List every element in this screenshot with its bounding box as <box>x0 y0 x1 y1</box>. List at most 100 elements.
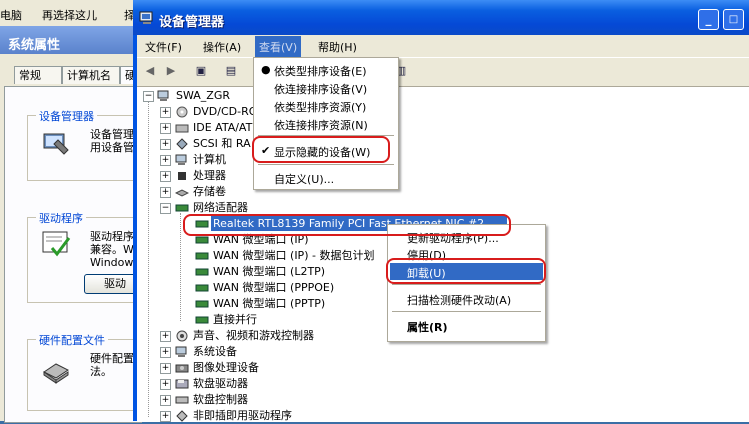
expand-icon[interactable]: + <box>160 171 171 182</box>
adapter-direct-parallel[interactable]: 直接并行 <box>195 312 395 328</box>
category-label: 系统设备 <box>193 345 237 358</box>
tree-category[interactable]: + 软盘控制器 <box>159 392 359 408</box>
category-label: 存储卷 <box>193 185 226 198</box>
collapse-icon[interactable]: − <box>160 203 171 214</box>
hardware-profiles-icon <box>43 363 69 384</box>
window-title: 设备管理器 <box>159 15 225 30</box>
network-card-icon <box>195 252 209 260</box>
network-card-icon <box>195 300 209 308</box>
desktop-text-1: 电脑 <box>0 9 22 22</box>
view-menu-item-connection-devices[interactable]: 依连接排序设备(V) <box>274 81 367 97</box>
menu-action[interactable]: 操作(A) <box>203 39 241 55</box>
system-device-icon <box>175 346 187 357</box>
view-menu-item-type-devices[interactable]: 依类型排序设备(E) <box>274 63 367 79</box>
expand-icon[interactable]: + <box>160 331 171 342</box>
adapter-label: 直接并行 <box>213 313 257 326</box>
system-properties-tabs: 常规 计算机名 硬 <box>0 66 140 86</box>
adapter-label: WAN 微型端口 (PPPOE) <box>213 281 335 294</box>
tree-category[interactable]: + 存储卷 <box>159 184 259 200</box>
adapter-wan-ip-packet[interactable]: WAN 微型端口 (IP) - 数据包计划 <box>195 248 395 264</box>
minimize-button[interactable]: _ <box>698 9 719 30</box>
category-label: SCSI 和 RA <box>193 137 251 150</box>
network-card-icon <box>195 284 209 292</box>
view-menu-item-connection-resources[interactable]: 依连接排序资源(N) <box>274 117 368 133</box>
driver-group: 驱动程序 驱动程序 兼容。Wi Windows 驱动 <box>27 210 146 303</box>
network-card-icon <box>195 316 209 324</box>
menu-separator <box>392 284 541 285</box>
device-manager-icon <box>43 133 69 155</box>
expand-icon[interactable]: + <box>160 379 171 390</box>
tree-guide-line <box>180 213 181 321</box>
system-properties-title: 系统属性 <box>8 38 61 53</box>
system-properties-titlebar[interactable]: 系统属性 <box>0 26 140 54</box>
properties-icon[interactable]: ▤ <box>224 64 238 77</box>
expand-icon[interactable]: + <box>160 347 171 358</box>
device-manager-titlebar[interactable]: 设备管理器 _ □ <box>133 0 749 35</box>
desktop-taskbar-strip: 电脑 再选择这儿 择 <box>0 0 140 26</box>
tree-category[interactable]: + 图像处理设备 <box>159 360 359 376</box>
device-manager-legend: 设备管理器 <box>36 108 97 124</box>
driver-legend: 驱动程序 <box>36 210 86 226</box>
menu-help[interactable]: 帮助(H) <box>318 39 357 55</box>
adapter-label: WAN 微型端口 (PPTP) <box>213 297 326 310</box>
tree-category[interactable]: + IDE ATA/AT <box>159 120 259 136</box>
expand-icon[interactable]: + <box>160 395 171 406</box>
menu-bar: 文件(F) 操作(A) 查看(V) 帮助(H) <box>137 35 749 58</box>
forward-arrow-icon[interactable]: ▶ <box>164 64 178 77</box>
ide-controller-icon <box>175 124 189 133</box>
category-label: 软盘控制器 <box>193 393 248 406</box>
category-label: 计算机 <box>193 153 226 166</box>
network-card-icon <box>195 268 209 276</box>
desktop-text-2: 再选择这儿 <box>42 9 97 22</box>
device-manager-desc-2: 用设备管 <box>90 141 134 154</box>
menu-view[interactable]: 查看(V) <box>255 36 302 58</box>
tree-category[interactable]: + 声音、视频和游戏控制器 <box>159 328 359 344</box>
non-pnp-driver-icon <box>176 410 188 422</box>
tree-category[interactable]: + 非即插即用驱动程序 <box>159 408 359 424</box>
view-menu-item-type-resources[interactable]: 依类型排序资源(Y) <box>274 99 366 115</box>
driver-signing-icon <box>42 231 71 257</box>
collapse-icon[interactable]: − <box>143 91 154 102</box>
adapter-wan-pppoe[interactable]: WAN 微型端口 (PPPOE) <box>195 280 395 296</box>
computer-icon <box>139 11 153 24</box>
tree-category[interactable]: + 计算机 <box>159 152 259 168</box>
tree-category[interactable]: + 处理器 <box>159 168 259 184</box>
view-menu-dropdown: ● 依类型排序设备(E) 依连接排序设备(V) 依类型排序资源(Y) 依连接排序… <box>253 57 399 190</box>
context-item-properties[interactable]: 属性(R) <box>407 319 448 335</box>
tree-category[interactable]: + 系统设备 <box>159 344 359 360</box>
expand-icon[interactable]: + <box>160 411 171 422</box>
red-highlight-uninstall <box>386 258 546 284</box>
tree-category[interactable]: + SCSI 和 RA <box>159 136 259 152</box>
back-arrow-icon[interactable]: ◀ <box>143 64 157 77</box>
maximize-button[interactable]: □ <box>723 9 744 30</box>
tree-category[interactable]: + DVD/CD-ROM <box>159 104 267 120</box>
tree-category[interactable]: + 软盘驱动器 <box>159 376 359 392</box>
expand-icon[interactable]: + <box>160 123 171 134</box>
system-properties-window: 系统属性 常规 计算机名 硬 设备管理器 设备管理 用设备管 驱动程序 驱动程序 <box>0 26 146 423</box>
hardware-panel: 设备管理器 设备管理 用设备管 驱动程序 驱动程序 兼容。Wi Windows … <box>4 86 146 423</box>
adapter-label: WAN 微型端口 (IP) - 数据包计划 <box>213 249 375 262</box>
adapter-wan-l2tp[interactable]: WAN 微型端口 (L2TP) <box>195 264 395 280</box>
processor-icon <box>178 172 186 180</box>
menu-file[interactable]: 文件(F) <box>145 39 182 55</box>
tab-general[interactable]: 常规 <box>14 66 62 84</box>
expand-icon[interactable]: + <box>160 139 171 150</box>
show-hide-tree-icon[interactable]: ▣ <box>194 64 208 77</box>
adapter-wan-pptp[interactable]: WAN 微型端口 (PPTP) <box>195 296 395 312</box>
expand-icon[interactable]: + <box>160 107 171 118</box>
context-item-scan-hardware[interactable]: 扫描检测硬件改动(A) <box>407 292 511 308</box>
red-highlight-realtek <box>183 214 511 236</box>
floppy-drive-icon <box>175 379 189 389</box>
driver-desc-2: 兼容。Wi <box>90 243 137 256</box>
driver-desc-1: 驱动程序 <box>90 230 134 243</box>
view-menu-item-customize[interactable]: 自定义(U)... <box>274 171 334 187</box>
expand-icon[interactable]: + <box>160 187 171 198</box>
expand-icon[interactable]: + <box>160 363 171 374</box>
expand-icon[interactable]: + <box>160 155 171 166</box>
menu-separator <box>258 164 394 165</box>
device-manager-desc-1: 设备管理 <box>90 128 134 141</box>
cdrom-icon <box>176 106 188 118</box>
tab-computer-name[interactable]: 计算机名 <box>62 66 120 84</box>
storage-volume-icon <box>175 189 189 197</box>
hardware-profiles-desc-1: 硬件配置 <box>90 352 134 365</box>
